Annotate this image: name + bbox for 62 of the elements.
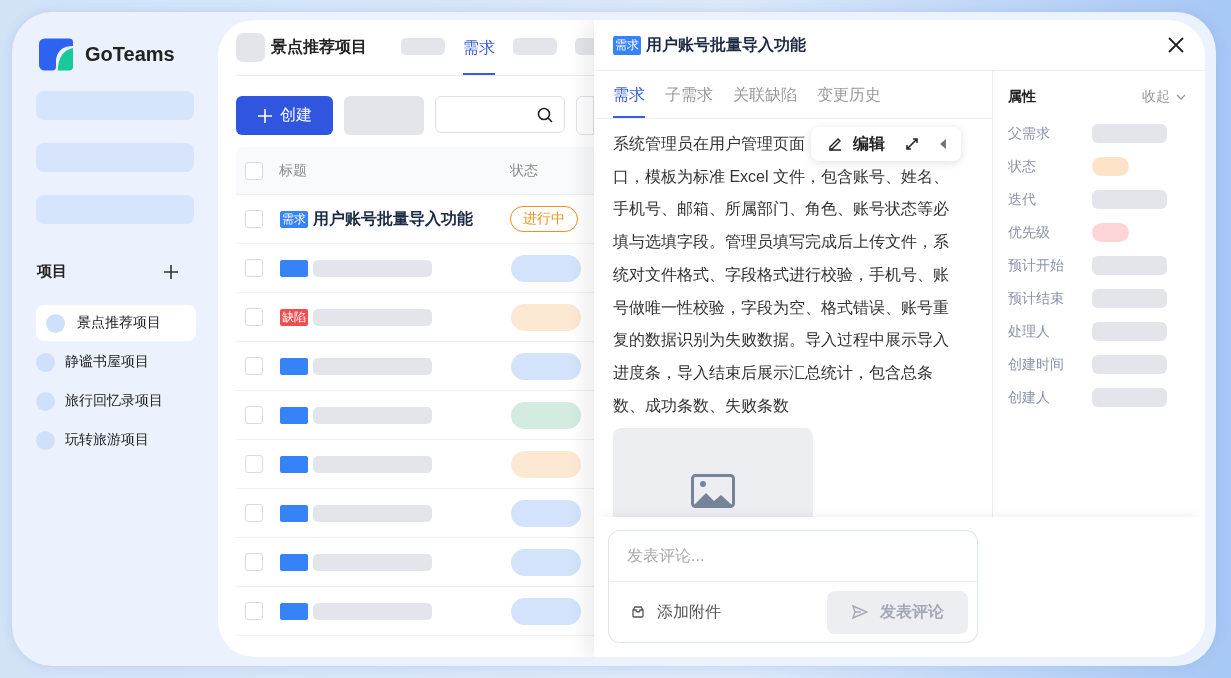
project-avatar <box>236 33 265 62</box>
chevron-down-icon <box>1176 94 1186 100</box>
description-text: 口，模板为标准 Excel 文件，包含账号、姓名、 手机号、邮箱、所属部门、角色、账号状态等必 填与选填字段。管理员填写完成后上传文件，系 统对文件格式、字段格式进行校验，手机号、账 号做唯一性校验，字段为空、格式错误、账号重 复的数据识别为失败数据。导入过程中展示导入 进度条，导入结束后展示汇总统计，包含总条 数、成功条数、失败条数 <box>613 166 950 416</box>
drawer-title: 用户账号批量导入功能 <box>646 34 807 55</box>
row-checkbox[interactable] <box>245 553 263 571</box>
type-tag: 需求 <box>613 35 641 55</box>
add-icon[interactable] <box>163 263 179 280</box>
property-label: 父需求 <box>1008 124 1051 143</box>
collapse-icon[interactable] <box>939 139 947 150</box>
comment-field[interactable]: 发表评论... <box>608 530 978 582</box>
property-label: 创建时间 <box>1008 355 1065 374</box>
item-title[interactable]: 用户账号批量导入功能 <box>313 208 503 230</box>
property-label: 处理人 <box>1008 322 1051 341</box>
pencil-icon <box>827 136 843 153</box>
attach-button[interactable]: 添加附件 <box>631 601 721 623</box>
select-all-checkbox[interactable] <box>245 161 263 180</box>
filter-field[interactable] <box>576 96 594 135</box>
description-text: 系统管理员在用户管理页面 <box>613 134 805 154</box>
collapse-link[interactable]: 收起 <box>1142 88 1186 106</box>
row-checkbox[interactable] <box>245 406 263 424</box>
tab[interactable]: 需求 <box>463 20 495 75</box>
tab[interactable]: 变更历史 <box>817 71 881 118</box>
type-tag: 需求 <box>280 210 308 228</box>
property-label: 预计结束 <box>1008 289 1065 308</box>
tab-placeholder[interactable] <box>513 38 557 55</box>
section-title: 项目 <box>37 262 67 281</box>
project-item[interactable]: 静谧书屋项目 <box>36 344 196 380</box>
logo-icon <box>39 38 73 71</box>
project-item[interactable]: 景点推荐项目 <box>36 305 196 341</box>
property-label: 预计开始 <box>1008 256 1065 275</box>
edit-button[interactable]: 编辑 <box>827 133 885 155</box>
search-field[interactable] <box>435 96 565 133</box>
create-button[interactable]: 创建 <box>236 96 333 135</box>
property-label: 创建人 <box>1008 388 1051 407</box>
tab-placeholder[interactable] <box>401 38 445 55</box>
properties-title: 属性 <box>1008 88 1036 106</box>
property-label: 迭代 <box>1008 190 1037 209</box>
row-checkbox[interactable] <box>245 259 263 277</box>
app-name: GoTeams <box>85 43 175 66</box>
row-checkbox[interactable] <box>245 504 263 522</box>
expand-icon[interactable] <box>905 137 919 152</box>
close-icon[interactable] <box>1168 37 1184 53</box>
inbox-icon <box>631 605 645 619</box>
row-checkbox[interactable] <box>245 602 263 620</box>
image-icon <box>691 474 735 509</box>
tab[interactable]: 关联缺陷 <box>733 71 797 118</box>
project-title: 景点推荐项目 <box>271 37 367 57</box>
search-icon <box>537 106 553 123</box>
row-checkbox[interactable] <box>245 308 263 326</box>
row-checkbox[interactable] <box>245 210 263 228</box>
tab[interactable]: 需求 <box>613 71 645 118</box>
row-checkbox[interactable] <box>245 357 263 375</box>
column-header: 状态 <box>510 161 538 180</box>
project-item[interactable]: 旅行回忆录项目 <box>36 383 196 419</box>
property-label: 优先级 <box>1008 223 1051 242</box>
plus-icon <box>257 108 272 123</box>
property-label: 状态 <box>1008 157 1037 176</box>
type-tag: 缺陷 <box>280 308 308 326</box>
row-checkbox[interactable] <box>245 455 263 473</box>
send-icon <box>851 604 868 620</box>
column-header: 标题 <box>279 161 308 180</box>
project-item[interactable]: 玩转旅游项目 <box>36 422 196 458</box>
